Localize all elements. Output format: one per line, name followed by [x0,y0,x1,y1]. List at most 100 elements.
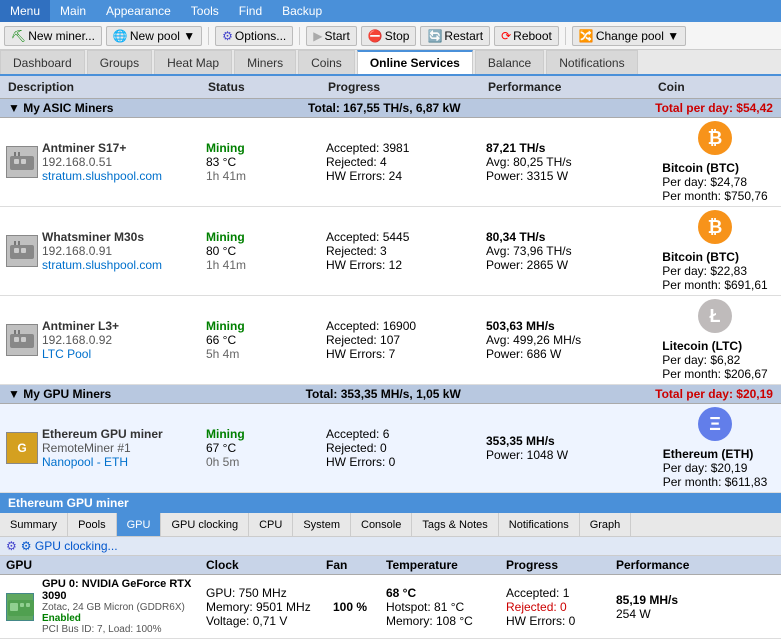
miner-hashrate: 87,21 TH/s [486,141,644,155]
restart-button[interactable]: 🔄 Restart [420,26,490,46]
asic-group-label: ▼ My ASIC Miners [8,101,113,115]
gpu-tab-graph[interactable]: Graph [580,513,632,536]
gpu-tab-console[interactable]: Console [351,513,412,536]
miner-progress-cell: Accepted: 16900 Rejected: 107 HW Errors:… [320,296,480,384]
gpu-miner-pool: Nanopool - ETH [42,455,163,469]
reboot-icon: ⟳ [501,29,511,43]
miner-pool: stratum.slushpool.com [42,258,162,272]
gpu-col-fan: Fan [320,556,380,574]
gpu-data-row[interactable]: GPU 0: NVIDIA GeForce RTX 3090 Zotac, 24… [0,575,781,639]
gpu-tab-clocking[interactable]: GPU clocking [161,513,249,536]
new-miner-icon: ⛏ [11,29,26,43]
table-row[interactable]: G Ethereum GPU miner RemoteMiner #1 Nano… [0,404,781,493]
menu-item-find[interactable]: Find [229,0,272,22]
start-icon: ▶ [313,29,322,43]
gpu-coin-per-day: Per day: $20,19 [663,461,768,475]
miner-status: Mining [206,319,314,333]
gpu-tab-system[interactable]: System [293,513,351,536]
gpu-miner-status: Mining [206,427,314,441]
gpu-section-header: Ethereum GPU miner [0,493,781,513]
miner-ip: 192.168.0.91 [42,244,162,258]
miner-uptime: 1h 41m [206,169,314,183]
gpu-tab-tags[interactable]: Tags & Notes [412,513,498,536]
miner-performance-cell: 80,34 TH/s Avg: 73,96 TH/s Power: 2865 W [480,207,650,295]
gpu-card-icon [6,593,34,621]
miner-name: Whatsminer M30s [42,230,162,244]
gpu-progress-cell: Accepted: 1 Rejected: 0 HW Errors: 0 [500,575,610,638]
new-miner-button[interactable]: ⛏ New miner... [4,26,102,46]
gpu-tab-bar: Summary Pools GPU GPU clocking CPU Syste… [0,513,781,537]
miner-hashrate: 80,34 TH/s [486,230,644,244]
gpu-hw-errors: HW Errors: 0 [506,614,604,628]
tab-miners[interactable]: Miners [234,50,296,74]
reboot-button[interactable]: ⟳ Reboot [494,26,559,46]
col-coin: Coin [654,78,781,96]
miner-temp: 66 °C [206,333,314,347]
gpu-rejected: Rejected: 0 [506,600,604,614]
gpu-hotspot: Hotspot: 81 °C [386,600,494,614]
miner-status-cell: Mining 83 °C 1h 41m [200,118,320,206]
miner-status: Mining [206,141,314,155]
new-pool-button[interactable]: 🌐 New pool ▼ [106,26,202,46]
tab-notifications[interactable]: Notifications [546,50,637,74]
table-row[interactable]: Antminer S17+ 192.168.0.51 stratum.slush… [0,118,781,207]
gpu-tab-notifications[interactable]: Notifications [499,513,580,536]
gpu-tab-gpu[interactable]: GPU [117,513,162,536]
coin-icon: ₿ [698,121,732,155]
gpu-voltage: Voltage: 0,71 V [206,614,314,628]
change-pool-icon: 🔀 [579,29,594,43]
gpu-clocking-bar: ⚙ ⚙ GPU clocking... [0,537,781,556]
miner-hw-errors: HW Errors: 12 [326,258,474,272]
miner-pool: stratum.slushpool.com [42,169,162,183]
gpu-tab-pools[interactable]: Pools [68,513,117,536]
menu-item-main[interactable]: Main [50,0,96,22]
menu-item-tools[interactable]: Tools [181,0,229,22]
tab-heat-map[interactable]: Heat Map [154,50,232,74]
stop-icon: ⛔ [368,29,383,43]
menu-item-backup[interactable]: Backup [272,0,332,22]
tab-balance[interactable]: Balance [475,50,544,74]
gpu-clock-cell: GPU: 750 MHz Memory: 9501 MHz Voltage: 0… [200,575,320,638]
table-row[interactable]: Whatsminer M30s 192.168.0.91 stratum.slu… [0,207,781,296]
coin-per-month: Per month: $750,76 [662,189,767,203]
table-row[interactable]: Antminer L3+ 192.168.0.92 LTC Pool Minin… [0,296,781,385]
gpu-miner-uptime: 0h 5m [206,455,314,469]
gpu-coin-per-month: Per month: $611,83 [663,475,768,489]
main-tab-bar: Dashboard Groups Heat Map Miners Coins O… [0,50,781,76]
tab-coins[interactable]: Coins [298,50,355,74]
gpu-miner-hashrate: 353,35 MH/s [486,434,644,448]
miner-accepted: Accepted: 5445 [326,230,474,244]
gpu-data-list: GPU 0: NVIDIA GeForce RTX 3090 Zotac, 24… [0,575,781,639]
gpu-miner-coin-cell: Ξ Ethereum (ETH) Per day: $20,19 Per mon… [650,404,780,492]
gpu-total-per-day: Total per day: $20,19 [655,387,773,401]
change-pool-button[interactable]: 🔀 Change pool ▼ [572,26,686,46]
miner-ip: 192.168.0.92 [42,333,119,347]
miner-status-cell: Mining 80 °C 1h 41m [200,207,320,295]
menu-item-appearance[interactable]: Appearance [96,0,181,22]
start-button[interactable]: ▶ Start [306,26,357,46]
col-description: Description [4,78,204,96]
coin-per-month: Per month: $691,61 [662,278,767,292]
gpu-coin-info: Ethereum (ETH) Per day: $20,19 Per month… [663,447,768,489]
gpu-clocking-label[interactable]: ⚙ GPU clocking... [21,539,118,553]
gpu-info-cell: GPU 0: NVIDIA GeForce RTX 3090 Zotac, 24… [0,575,200,638]
stop-button[interactable]: ⛔ Stop [361,26,417,46]
gpu-mem-clock: Memory: 9501 MHz [206,600,314,614]
miner-coin-cell: Ł Litecoin (LTC) Per day: $6,82 Per mont… [650,296,780,384]
tab-groups[interactable]: Groups [87,50,152,74]
miner-coin-cell: ₿ Bitcoin (BTC) Per day: $22,83 Per mont… [650,207,780,295]
tab-online-services[interactable]: Online Services [357,50,473,74]
coin-per-day: Per day: $6,82 [662,353,767,367]
asic-group-header: ▼ My ASIC Miners Total: 167,55 TH/s, 6,8… [0,99,781,118]
menu-item-menu[interactable]: Menu [0,0,50,22]
gpu-mem-temp: Memory: 108 °C [386,614,494,628]
gpu-miner-progress-cell: Accepted: 6 Rejected: 0 HW Errors: 0 [320,404,480,492]
gpu-tab-summary[interactable]: Summary [0,513,68,536]
miner-description-cell: Whatsminer M30s 192.168.0.91 stratum.slu… [0,207,200,295]
options-button[interactable]: ⚙ Options... [215,26,293,46]
gpu-tab-cpu[interactable]: CPU [249,513,293,536]
col-performance: Performance [484,78,654,96]
tab-dashboard[interactable]: Dashboard [0,50,85,74]
coin-info: Bitcoin (BTC) Per day: $24,78 Per month:… [662,161,767,203]
miner-hw-errors: HW Errors: 7 [326,347,474,361]
